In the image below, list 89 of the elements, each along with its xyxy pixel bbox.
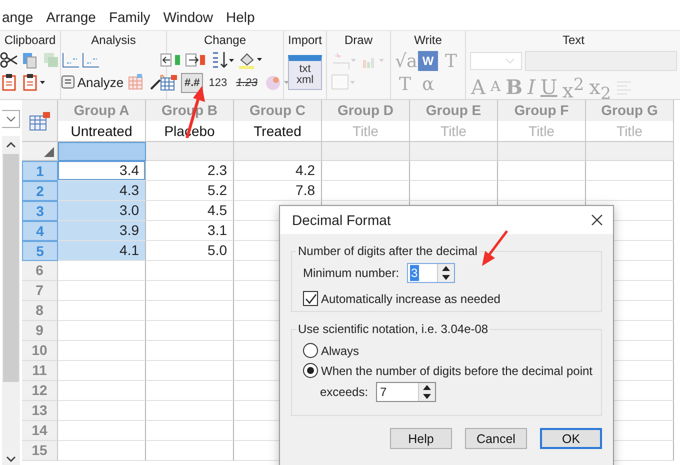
checkbox-label[interactable]: Automatically increase as needed [321, 292, 500, 306]
chevron-icon [505, 58, 516, 64]
field-label: exceeds: [320, 385, 368, 399]
dialog-button[interactable]: OK [540, 428, 602, 449]
dialog-button[interactable]: Cancel [465, 428, 527, 449]
import-button[interactable]: txt xml [288, 55, 322, 90]
table-cell: 4.1 [58, 241, 146, 261]
ribbon-group-label: Text [562, 32, 585, 49]
menu-item[interactable]: Window [163, 9, 213, 25]
row-number[interactable]: 9 [22, 321, 58, 341]
row-number[interactable]: 2 [22, 181, 58, 201]
ribbon-group-label: Change [204, 32, 246, 49]
group-label: Use scientific notation, i.e. 3.04e-08 [297, 322, 490, 336]
table-icon[interactable] [28, 110, 50, 130]
radio-label[interactable]: Always [321, 344, 360, 358]
row-number[interactable]: 5 [22, 241, 58, 261]
column-group-header[interactable]: Group E [410, 100, 498, 121]
row-number[interactable]: 13 [22, 401, 58, 421]
column-group-header[interactable]: Group F [498, 100, 586, 121]
row-number[interactable]: 15 [22, 441, 58, 461]
ribbon-group-label: Draw [344, 32, 373, 49]
table-cell: 5.0 [146, 241, 234, 261]
table-icon[interactable] [160, 74, 178, 92]
annotation-arrow [480, 230, 508, 266]
table-cell: 3.9 [58, 221, 146, 241]
ribbon-group-label: Analysis [91, 32, 136, 49]
ribbon-group-label: Clipboard [4, 32, 56, 49]
menu-item[interactable]: ange [2, 9, 34, 25]
move-left-icon[interactable] [160, 52, 182, 68]
table-cell: 3.0 [58, 201, 146, 221]
dialog-title: Decimal Format [292, 212, 391, 228]
row-number[interactable]: 12 [22, 381, 58, 401]
dialog-button[interactable]: Help [390, 428, 452, 449]
sort-icon[interactable] [210, 51, 234, 69]
checkbox[interactable] [303, 291, 318, 306]
scroll-thumb[interactable] [3, 154, 19, 382]
table-cell: 3.1 [146, 221, 234, 241]
scrollbar[interactable] [2, 136, 20, 465]
chevron-icon [6, 116, 16, 122]
menu-item[interactable]: Arrange [46, 9, 96, 25]
number-format-button[interactable]: 1.23 [233, 73, 261, 93]
group-label: Number of digits after the decimal [297, 244, 478, 258]
row-number[interactable]: 6 [22, 261, 58, 281]
color-wheel-icon[interactable] [264, 74, 290, 92]
table-cell: 7.8 [234, 181, 322, 201]
corner-triangle-icon [44, 147, 54, 157]
error-bars-icon[interactable] [61, 51, 102, 69]
column-group-header[interactable]: Group A [58, 100, 146, 121]
table-cell: 2.3 [146, 161, 234, 181]
row-number[interactable]: 3 [22, 201, 58, 221]
radio-button[interactable] [303, 343, 318, 358]
table-cell: 4.5 [146, 201, 234, 221]
subcolumn-header[interactable] [58, 142, 146, 161]
number-format-button[interactable]: #.# [181, 73, 203, 93]
number-format-button[interactable]: 123 [206, 73, 230, 93]
scroll-up-icon[interactable] [6, 142, 16, 148]
move-right-icon[interactable] [185, 52, 208, 68]
field-label: Minimum number: [303, 266, 400, 280]
analyze-button[interactable]: Analyze [61, 74, 124, 90]
column-group-header[interactable]: Group D [322, 100, 410, 121]
column-group-header[interactable]: Group C [234, 100, 322, 121]
paste-menu-icon[interactable] [21, 73, 47, 91]
row-number[interactable]: 10 [22, 341, 58, 361]
table-cell: 5.2 [146, 181, 234, 201]
row-number[interactable]: 4 [22, 221, 58, 241]
row-number[interactable]: 8 [22, 301, 58, 321]
table-cell: 4.3 [58, 181, 146, 201]
column-group-header[interactable]: Group G [586, 100, 674, 121]
paste-icon[interactable] [0, 73, 18, 91]
menu-item[interactable]: Family [108, 9, 150, 25]
radio-button[interactable] [303, 363, 318, 378]
ribbon-group-label: Write [414, 32, 442, 49]
close-icon[interactable] [591, 214, 603, 226]
row-number[interactable]: 11 [22, 361, 58, 381]
number-spinner[interactable]: 7 [376, 382, 436, 402]
row-number[interactable]: 1 [22, 161, 58, 181]
number-spinner[interactable]: 3 [407, 263, 456, 283]
scissors-icon[interactable] [0, 51, 18, 69]
list-icon [61, 75, 76, 89]
row-number[interactable]: 7 [22, 281, 58, 301]
radio-label[interactable]: When the number of digits before the decimal point [321, 364, 592, 378]
table-cell: 4.2 [234, 161, 322, 181]
table-cell: 3.4 [58, 161, 146, 181]
fill-color-icon[interactable] [237, 51, 264, 69]
ribbon-group-label: Import [288, 32, 322, 49]
dropdown[interactable] [2, 110, 20, 128]
scroll-down-icon[interactable] [6, 456, 16, 462]
row-number[interactable]: 14 [22, 421, 58, 441]
menu-item[interactable]: Help [226, 9, 255, 25]
